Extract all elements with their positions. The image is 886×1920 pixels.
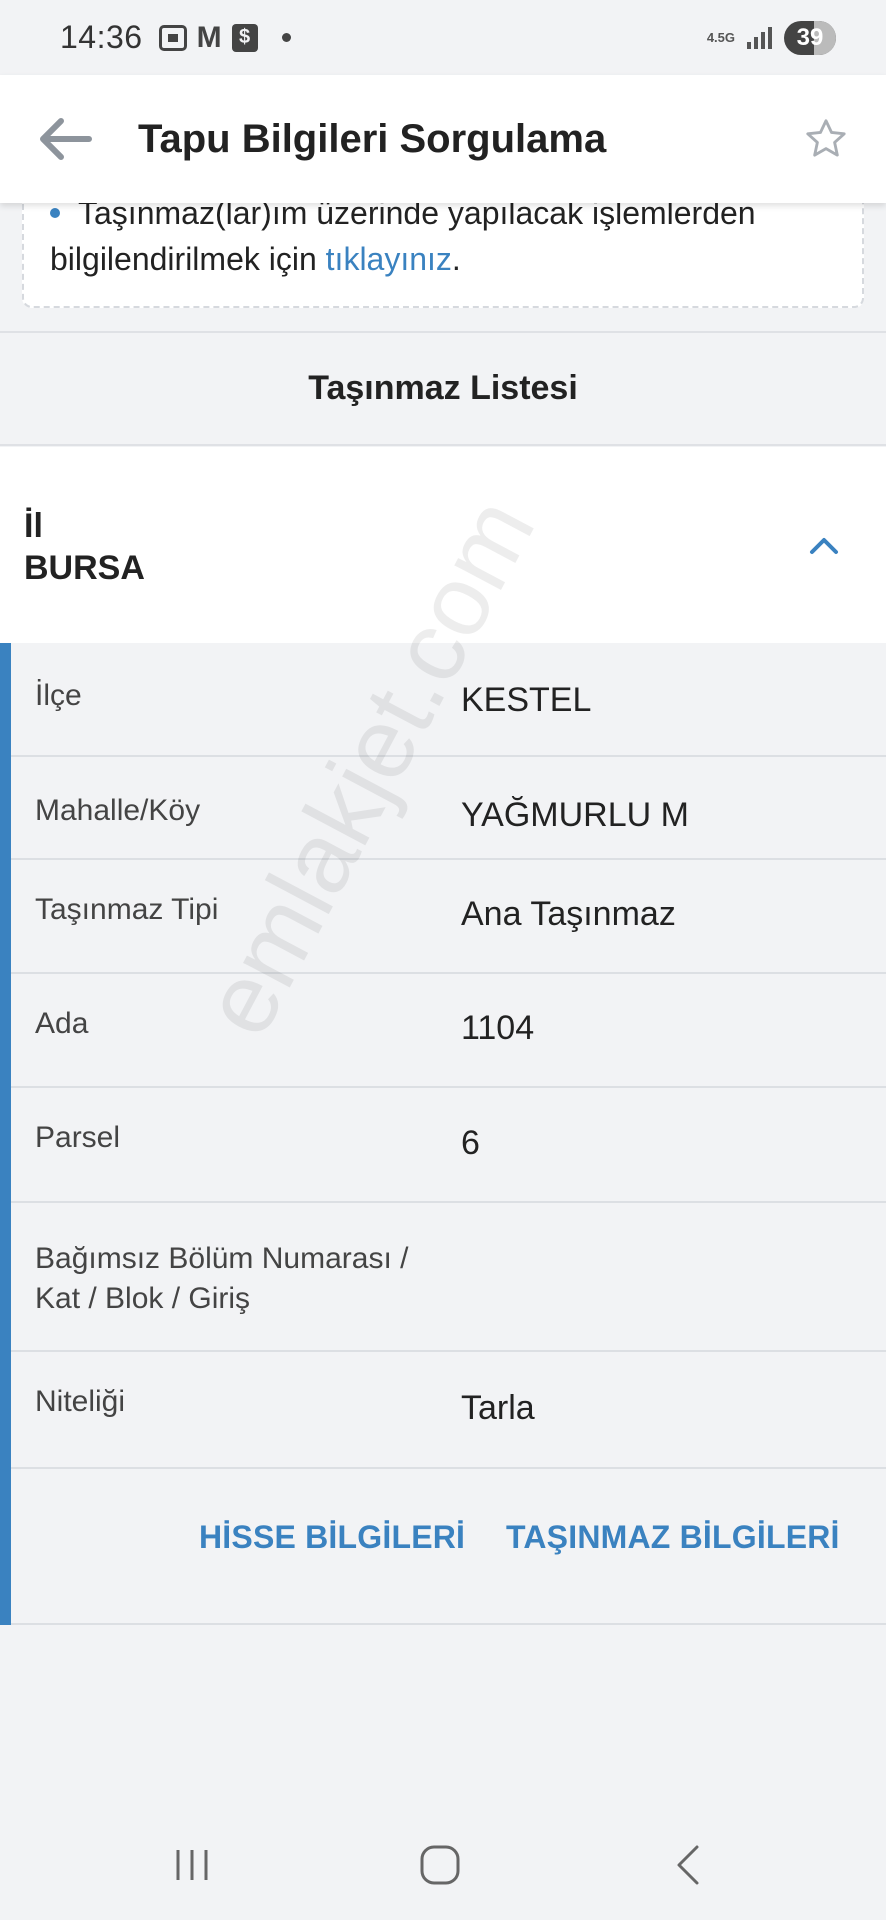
favorite-button[interactable] — [796, 109, 856, 169]
status-time: 14:36 — [60, 19, 143, 55]
back-nav-button[interactable] — [648, 1830, 728, 1900]
status-right-group: 4.5G 39 — [706, 20, 836, 55]
recent-apps-button[interactable] — [152, 1830, 232, 1900]
signal-icon — [747, 26, 772, 49]
notification-dot-icon — [281, 33, 291, 42]
info-text-line2: bilgilendirilmek için tıklayınız. — [50, 236, 836, 282]
il-label: İl — [24, 507, 43, 545]
gmail-icon: M — [196, 20, 222, 54]
detail-label-line2: Kat / Blok / Giriş — [35, 1282, 251, 1315]
detail-label: İlçe — [35, 679, 82, 712]
detail-value: 6 — [461, 1124, 480, 1162]
detail-row-bagimsiz-bolum: Bağımsız Bölüm Numarası / Kat / Blok / G… — [11, 1203, 886, 1352]
detail-label: Parsel — [35, 1121, 121, 1154]
detail-label-line1: Bağımsız Bölüm Numarası / — [35, 1242, 409, 1275]
detail-row-tasinmaz-tipi: Taşınmaz Tipi Ana Taşınmaz — [11, 860, 886, 974]
detail-label: Mahalle/Köy — [35, 794, 201, 827]
network-type: 4.5G — [706, 30, 735, 45]
status-bar: 14:36 M $ 4.5G 39 — [0, 0, 886, 75]
il-value: BURSA — [24, 549, 145, 587]
arrow-left-icon — [40, 118, 92, 160]
system-nav-bar — [0, 1810, 886, 1920]
detail-value: KESTEL — [461, 681, 592, 719]
detail-value: 1104 — [461, 1009, 535, 1047]
detail-row-mahalle: Mahalle/Köy YAĞMURLU M — [11, 757, 886, 860]
recent-apps-icon — [176, 1850, 208, 1880]
accent-bar — [0, 643, 11, 1625]
home-button[interactable] — [400, 1830, 480, 1900]
info-link[interactable]: tıklayınız — [326, 241, 452, 277]
info-text-suffix: . — [451, 241, 461, 277]
page-title: Tapu Bilgileri Sorgulama — [138, 116, 607, 161]
detail-row-ada: Ada 1104 — [11, 974, 886, 1088]
detail-label: Ada — [35, 1007, 89, 1040]
tasinmaz-bilgileri-button[interactable]: TAŞINMAZ BİLGİLERİ — [506, 1519, 840, 1556]
detail-row-parsel: Parsel 6 — [11, 1088, 886, 1203]
detail-row-ilce: İlçe KESTEL — [11, 643, 886, 757]
app-header: Tapu Bilgileri Sorgulama — [0, 75, 886, 203]
back-nav-icon — [677, 1845, 699, 1885]
screenshot-icon — [158, 24, 187, 51]
detail-value: YAĞMURLU M — [461, 796, 689, 834]
home-icon — [420, 1845, 460, 1885]
back-button[interactable] — [30, 104, 100, 174]
detail-label: Niteliği — [35, 1385, 126, 1418]
il-accordion-header[interactable]: İl BURSA — [0, 447, 886, 643]
detail-row-niteligi: Niteliği Tarla — [11, 1352, 886, 1469]
section-title: Taşınmaz Listesi — [0, 333, 886, 446]
battery-level: 39 — [796, 23, 824, 51]
collapse-button[interactable] — [802, 523, 846, 567]
detail-label: Taşınmaz Tipi — [35, 893, 219, 926]
star-outline-icon — [806, 119, 846, 157]
detail-label: Bağımsız Bölüm Numarası / Kat / Blok / G… — [35, 1239, 408, 1319]
bullet-icon — [50, 208, 60, 218]
property-details: İlçe KESTEL Mahalle/Köy YAĞMURLU M Taşın… — [0, 643, 886, 1625]
hisse-bilgileri-button[interactable]: HİSSE BİLGİLERİ — [199, 1519, 465, 1556]
dollar-app-icon: $ — [231, 23, 258, 52]
detail-value: Tarla — [461, 1389, 535, 1427]
detail-value: Ana Taşınmaz — [461, 895, 676, 933]
detail-actions: HİSSE BİLGİLERİ TAŞINMAZ BİLGİLERİ — [11, 1469, 886, 1625]
info-text-prefix: bilgilendirilmek için — [50, 241, 326, 277]
battery-icon: 39 — [784, 20, 836, 55]
chevron-up-icon — [810, 538, 838, 554]
status-notification-icons: M $ — [158, 20, 291, 55]
